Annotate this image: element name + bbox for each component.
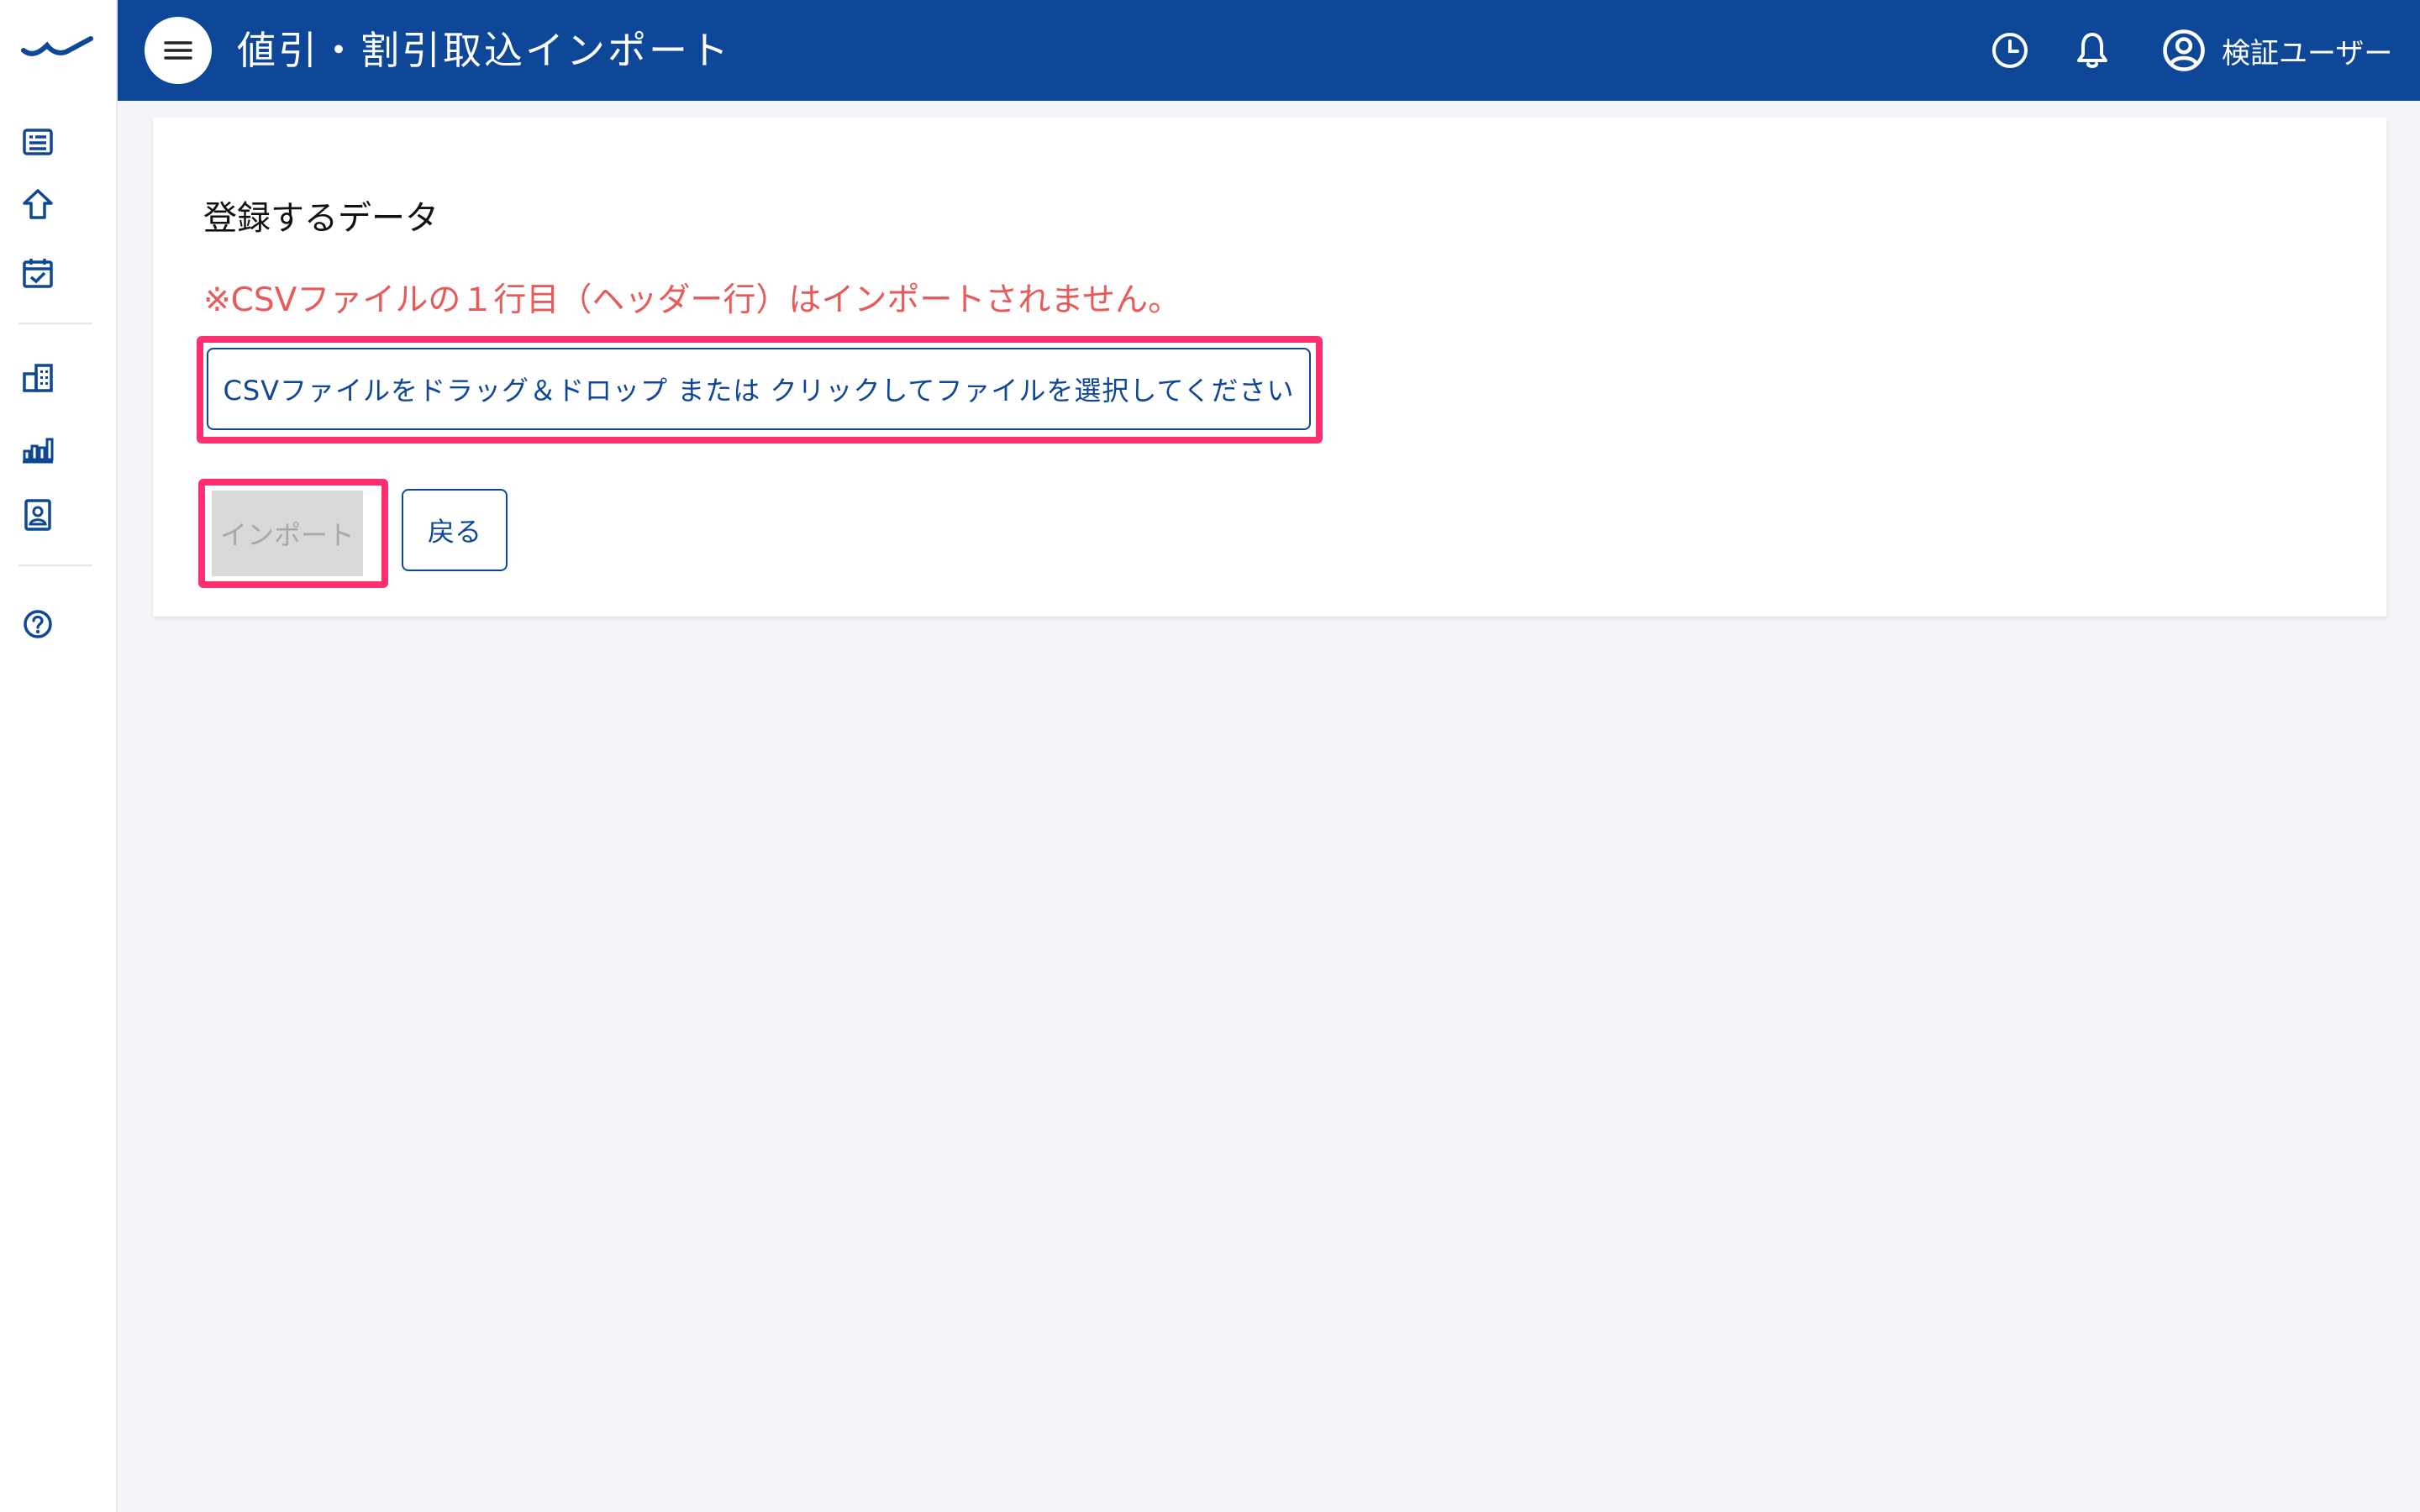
sidebar [0, 0, 118, 1512]
import-button[interactable]: インポート [212, 491, 363, 576]
csv-dropzone[interactable]: CSVファイルをドラッグ＆ドロップ または クリックしてファイルを選択してくださ… [207, 348, 1311, 430]
list-icon[interactable] [20, 124, 55, 160]
sidebar-divider [18, 564, 92, 566]
building-icon[interactable] [20, 360, 55, 395]
bar-chart-icon[interactable] [20, 430, 55, 465]
app-header: 値引・割引取込インポート 検証ユーザー [118, 0, 2420, 101]
back-button[interactable]: 戻る [402, 489, 508, 571]
app-root: 値引・割引取込インポート 検証ユーザー 登録するデータ ※CSVファイルの１行目 [0, 0, 2420, 1512]
notification-bell-icon[interactable] [2065, 24, 2119, 77]
user-avatar-icon [2163, 29, 2205, 71]
import-card: 登録するデータ ※CSVファイルの１行目（ヘッダー行）はインポートされません。 … [153, 118, 2386, 617]
user-menu[interactable]: 検証ユーザー [2161, 24, 2392, 77]
dropzone-label: CSVファイルをドラッグ＆ドロップ または クリックしてファイルを選択してくださ… [223, 375, 1295, 407]
hamburger-icon [164, 41, 192, 60]
csv-header-warning: ※CSVファイルの１行目（ヘッダー行）はインポートされません。 [203, 281, 1181, 319]
import-button-label: インポート [219, 519, 355, 551]
page-title: 値引・割引取込インポート [237, 28, 731, 73]
help-icon[interactable] [20, 606, 55, 642]
menu-button[interactable] [145, 17, 212, 84]
calendar-check-icon[interactable] [20, 255, 55, 291]
contact-card-icon[interactable] [20, 497, 55, 533]
section-heading: 登録するデータ [203, 199, 439, 238]
user-name: 検証ユーザー [2222, 36, 2393, 71]
brand-logo[interactable] [20, 30, 96, 60]
history-clock-icon[interactable] [1983, 24, 2037, 77]
home-icon[interactable] [20, 186, 55, 222]
sidebar-divider [18, 323, 92, 324]
back-button-label: 戻る [427, 516, 481, 548]
